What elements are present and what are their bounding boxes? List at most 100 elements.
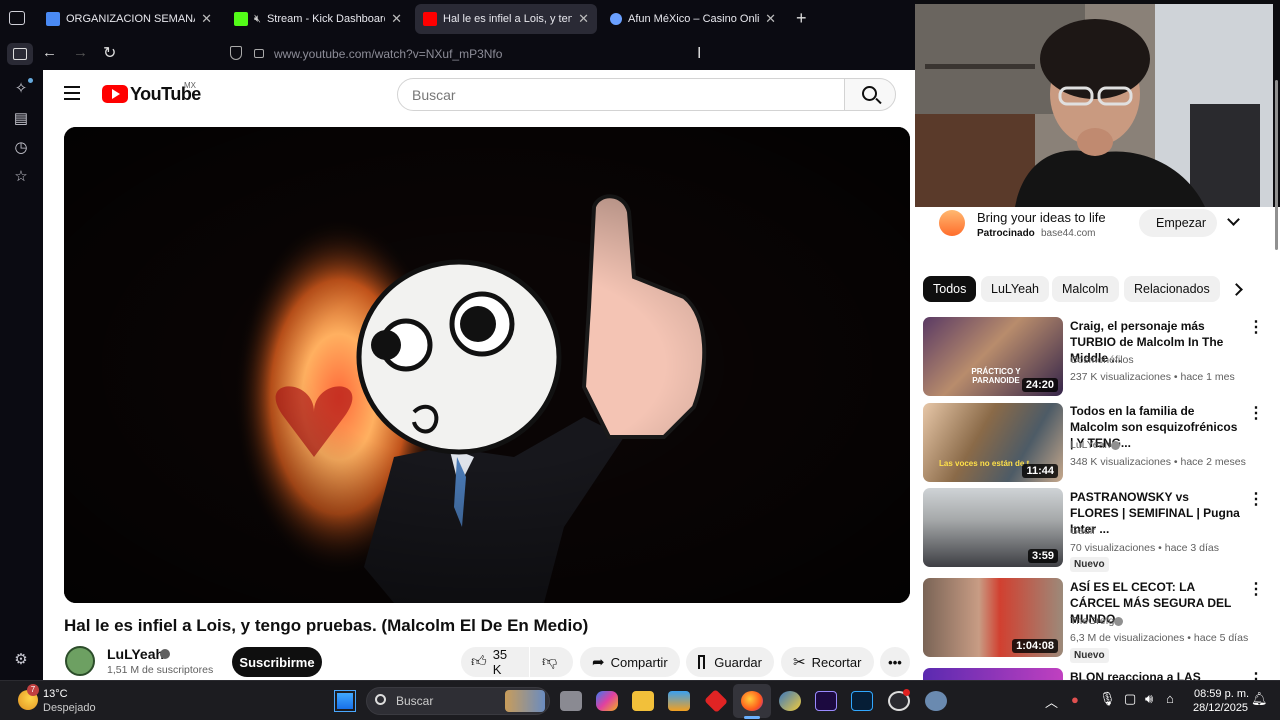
chevron-right-icon[interactable]	[1230, 283, 1243, 296]
thumbnail-caption: Las voces no están de t	[939, 459, 1030, 468]
more-actions-button[interactable]: •••	[880, 647, 910, 677]
chip-relacionados[interactable]: Relacionados	[1124, 276, 1220, 302]
premiere-icon[interactable]	[815, 691, 837, 711]
save-button[interactable]: Guardar	[686, 647, 774, 677]
tab-kick-dashboard[interactable]: 🔇︎ Stream - Kick Dashboard ✕	[226, 4, 410, 34]
close-icon[interactable]: ✕	[391, 11, 402, 27]
network-icon[interactable]: ⌂	[1166, 691, 1174, 706]
copilot-icon[interactable]	[596, 691, 618, 711]
taskbar-search-placeholder: Buscar	[396, 694, 434, 708]
tracking-shield-icon[interactable]	[230, 46, 242, 60]
advertiser-logo[interactable]	[939, 210, 965, 236]
url-input[interactable]: www.youtube.com/watch?v=NXuf_mP3Nfo	[274, 47, 502, 61]
muted-speaker-icon[interactable]: 🔇︎	[254, 13, 261, 26]
ad-title[interactable]: Bring your ideas to life	[977, 210, 1106, 225]
weather-alert-badge: 7	[27, 684, 39, 696]
reload-icon[interactable]: ↻	[103, 43, 116, 63]
display-icon[interactable]: ▢	[1124, 691, 1136, 707]
browser-tab-bar: ORGANIZACION SEMANAL - D ✕ 🔇︎ Stream - K…	[0, 0, 915, 38]
synced-tabs-icon[interactable]: ▤	[11, 109, 31, 129]
clip-button[interactable]: ✂ Recortar	[781, 647, 874, 677]
video-thumbnail[interactable]: Las voces no están de t 11:44	[923, 403, 1063, 482]
channel-name[interactable]: LuLYeah	[107, 646, 164, 662]
browser-sidebar: ✧ ▤ ◷ ☆ ⚙	[0, 70, 43, 680]
search-input[interactable]: Buscar	[397, 78, 845, 111]
chip-todos[interactable]: Todos	[923, 276, 977, 302]
forward-icon: →	[73, 44, 88, 61]
close-icon[interactable]: ✕	[578, 11, 589, 27]
tab-title: Stream - Kick Dashboard	[266, 13, 386, 25]
clock-date[interactable]: 28/12/2025	[1193, 702, 1248, 714]
lock-icon[interactable]	[254, 49, 264, 58]
more-vertical-icon[interactable]: ⋮	[1248, 403, 1264, 423]
related-video-title[interactable]: BLON reacciona a LAS	[1070, 669, 1240, 680]
python-icon[interactable]	[779, 691, 801, 711]
close-icon[interactable]: ✕	[765, 11, 776, 27]
chevron-up-icon[interactable]: ︿	[1045, 692, 1058, 711]
video-title: Hal le es infiel a Lois, y tengo pruebas…	[64, 616, 589, 635]
related-meta: 70 visualizaciones • hace 3 días	[1070, 542, 1220, 554]
video-thumbnail[interactable]	[923, 668, 1063, 680]
search-highlight-icon	[505, 690, 545, 712]
back-icon[interactable]: ←	[42, 44, 57, 61]
task-view-icon[interactable]	[560, 691, 582, 711]
tab-list-icon[interactable]	[9, 11, 25, 25]
tab-youtube-video[interactable]: Hal le es infiel a Lois, y tengo pr ✕	[415, 4, 597, 34]
webcam-feed-illustration	[915, 4, 1273, 207]
settings-gear-icon[interactable]	[925, 691, 947, 711]
clock-time[interactable]: 08:59 p. m.	[1194, 688, 1249, 700]
windows-taskbar: 7 13°C Despejado Buscar ︿ ● 🎙︎ ▢ 🔊︎ ⌂ 08…	[0, 680, 1280, 720]
close-icon[interactable]: ✕	[201, 11, 212, 27]
volume-icon[interactable]: 🔊︎	[1145, 691, 1153, 707]
ad-domain: base44.com	[1041, 228, 1096, 239]
file-explorer-icon[interactable]	[632, 691, 654, 711]
video-thumbnail[interactable]: 1:04:08	[923, 578, 1063, 657]
search-button[interactable]	[844, 78, 896, 111]
more-vertical-icon[interactable]: ⋮	[1248, 579, 1264, 599]
chip-malcolm[interactable]: Malcolm	[1052, 276, 1119, 302]
channel-avatar[interactable]	[65, 646, 95, 676]
video-thumbnail[interactable]: 3:59	[923, 488, 1063, 567]
notification-bell-icon[interactable]: 🔔︎	[1251, 691, 1268, 707]
dislike-button[interactable]: 👎︎	[530, 647, 573, 677]
tab-afun-casino[interactable]: Afun MéXico – Casino Online Y ✕	[602, 4, 784, 34]
new-tab-icon[interactable]: +	[796, 8, 807, 29]
youtube-watch-page: YouTube MX Buscar Hal le es infiel a Loi…	[43, 70, 915, 680]
video-frame-illustration	[64, 127, 910, 603]
bookmarks-star-icon[interactable]: ☆	[11, 167, 31, 187]
photoshop-icon[interactable]	[851, 691, 873, 711]
subscribe-label: Suscribirme	[239, 654, 315, 670]
more-vertical-icon[interactable]: ⋮	[1248, 669, 1264, 680]
related-channel[interactable]: Gadir	[1070, 525, 1096, 537]
chip-lulyeah[interactable]: LuLYeah	[981, 276, 1049, 302]
new-badge: Nuevo	[1070, 557, 1109, 572]
more-vertical-icon[interactable]: ⋮	[1248, 317, 1264, 337]
firefox-icon[interactable]	[741, 691, 763, 711]
windows-start-icon[interactable]	[334, 690, 356, 712]
related-meta: 348 K visualizaciones • hace 2 meses	[1070, 456, 1246, 468]
related-channel[interactable]: TheGrefg	[1070, 615, 1114, 627]
history-icon[interactable]: ◷	[11, 138, 31, 158]
duration-badge: 3:59	[1027, 549, 1058, 563]
weather-temp[interactable]: 13°C	[43, 688, 68, 700]
video-player[interactable]	[64, 127, 910, 603]
verified-icon	[1114, 617, 1123, 626]
subscriber-count: 1,51 M de suscriptores	[107, 664, 214, 676]
more-vertical-icon[interactable]: ⋮	[1248, 489, 1264, 509]
tab-organizacion[interactable]: ORGANIZACION SEMANAL - D ✕	[38, 4, 220, 34]
related-channel[interactable]: LuLYeah	[1070, 439, 1110, 451]
red-app-icon[interactable]	[704, 689, 728, 713]
tab-title: ORGANIZACION SEMANAL - D	[66, 13, 195, 25]
microphone-icon[interactable]: 🎙︎	[1099, 691, 1116, 707]
share-button[interactable]: ➦ Compartir	[580, 647, 680, 677]
video-thumbnail[interactable]: PRÁCTICO Y PARANOIDE 24:20	[923, 317, 1063, 396]
subscribe-button[interactable]: Suscribirme	[232, 647, 322, 677]
page-scrollbar[interactable]	[1275, 80, 1278, 250]
more-horizontal-icon: •••	[888, 654, 902, 670]
chevron-down-icon[interactable]	[1227, 213, 1240, 226]
microsoft-store-icon[interactable]	[668, 691, 690, 711]
vpn-tray-icon[interactable]: ●	[1071, 692, 1079, 707]
related-channel[interactable]: Cosmonéfilos	[1070, 354, 1134, 366]
settings-gear-icon[interactable]: ⚙	[11, 650, 31, 670]
like-button[interactable]: 👍︎ 35 K	[461, 647, 529, 677]
